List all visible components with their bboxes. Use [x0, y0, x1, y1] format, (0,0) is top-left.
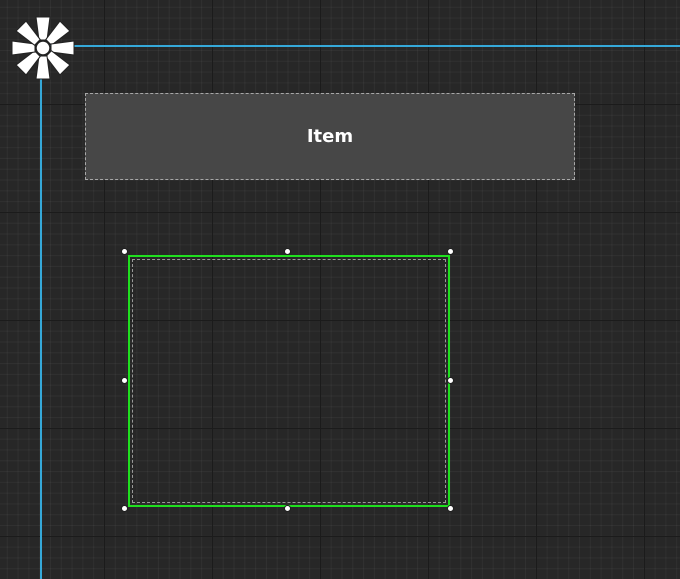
item-element[interactable]: Item [85, 93, 575, 180]
resize-handle-top-left-icon[interactable] [121, 248, 128, 255]
pivot-star-icon[interactable] [10, 15, 76, 81]
item-label: Item [306, 126, 354, 147]
selection-inner-bounds [132, 259, 446, 503]
resize-handle-bottom-right-icon[interactable] [447, 505, 454, 512]
vertical-guide-line[interactable] [40, 45, 42, 579]
resize-handle-top-icon[interactable] [284, 248, 291, 255]
resize-handle-top-right-icon[interactable] [447, 248, 454, 255]
resize-handle-left-icon[interactable] [121, 377, 128, 384]
resize-handle-bottom-left-icon[interactable] [121, 505, 128, 512]
design-canvas[interactable]: Item [0, 0, 680, 579]
horizontal-guide-line[interactable] [40, 45, 680, 47]
resize-handle-bottom-icon[interactable] [284, 505, 291, 512]
resize-handle-right-icon[interactable] [447, 377, 454, 384]
selection-rectangle[interactable] [128, 255, 450, 507]
